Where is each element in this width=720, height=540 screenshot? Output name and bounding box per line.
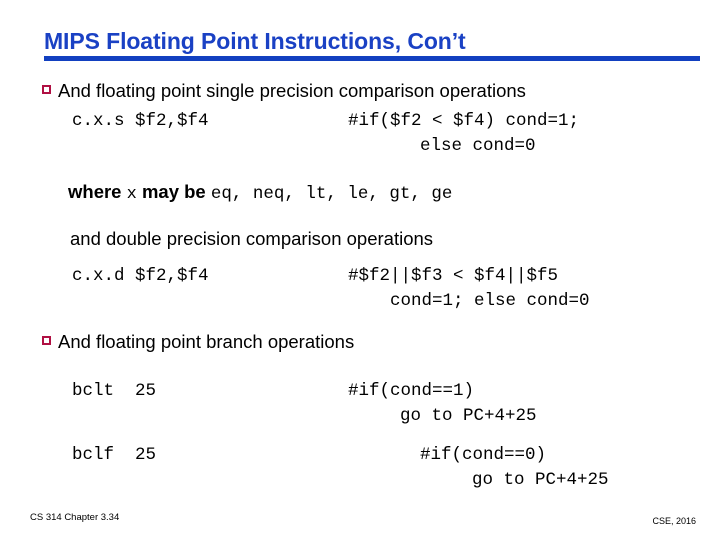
slide-canvas: MIPS Floating Point Instructions, Con’t … [0, 0, 720, 540]
code-instruction-c-x-s: c.x.s $f2,$f4 [72, 111, 209, 131]
code-instruction-bclf: bclf 25 [72, 445, 157, 465]
code-comment-c-x-s-line1: #if($f2 < $f4) cond=1; [348, 111, 580, 131]
code-comment-bclf-line1: #if(cond==0) [420, 445, 547, 465]
bullet-label: And floating point single precision comp… [58, 80, 526, 101]
where-middle: may be [136, 181, 211, 202]
page-title: MIPS Floating Point Instructions, Con’t [44, 28, 466, 54]
bullet-item-single-precision: And floating point single precision comp… [42, 80, 526, 102]
bullet-item-branch: And floating point branch operations [42, 331, 354, 353]
code-comment-c-x-d-line2: cond=1; else cond=0 [390, 291, 590, 311]
slide-title-block: MIPS Floating Point Instructions, Con’t [44, 28, 700, 61]
where-clause: where x may be eq, neq, lt, le, gt, ge [68, 180, 452, 206]
title-underline-rule [44, 56, 700, 61]
code-comment-c-x-s-line2: else cond=0 [420, 136, 536, 156]
where-options: eq, neq, lt, le, gt, ge [210, 184, 453, 204]
code-comment-bclf-line2: go to PC+4+25 [472, 470, 609, 490]
square-bullet-icon [42, 336, 58, 345]
where-prefix: where [68, 181, 127, 202]
square-bullet-icon [42, 85, 58, 94]
footer-left-text: CS 314 Chapter 3.34 [30, 512, 120, 523]
code-comment-bclt-line2: go to PC+4+25 [400, 406, 537, 426]
code-comment-c-x-d-line1: #$f2||$f3 < $f4||$f5 [348, 266, 559, 286]
code-instruction-c-x-d: c.x.d $f2,$f4 [72, 266, 209, 286]
double-precision-heading: and double precision comparison operatio… [70, 228, 434, 249]
bullet-label: And floating point branch operations [58, 331, 355, 352]
code-instruction-bclt: bclt 25 [72, 381, 157, 401]
code-comment-bclt-line1: #if(cond==1) [348, 381, 475, 401]
footer-right-text: CSE, 2016 [652, 516, 696, 526]
where-variable: x [126, 185, 137, 204]
